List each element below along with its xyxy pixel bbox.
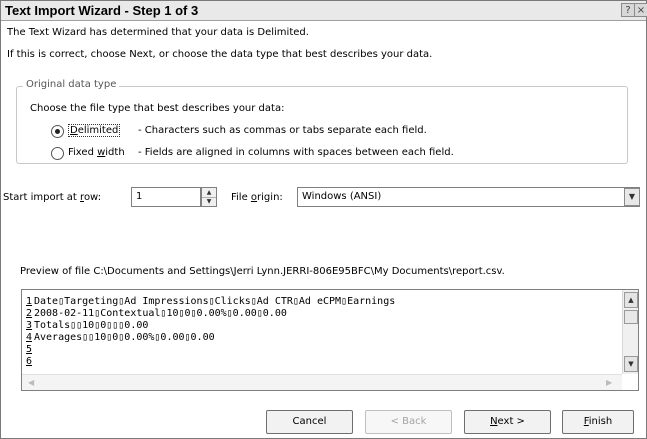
preview-row-number: 2 (26, 308, 33, 319)
radio-selected-dot (55, 129, 60, 134)
scroll-right-icon[interactable]: ▶ (606, 378, 612, 387)
vertical-scrollbar[interactable]: ▲ ▼ (622, 290, 638, 374)
preview-row: 4 Averages▯▯10▯0▯0.00%▯0.00▯0.00 (26, 332, 215, 343)
start-row-spinner[interactable]: ▲ ▼ (201, 187, 217, 207)
preview-row-text: 2008-02-11▯Contextual▯10▯0▯0.00%▯0.00▯0.… (34, 308, 287, 319)
next-accelerator: N (490, 416, 498, 427)
intro-line-2: If this is correct, choose Next, or choo… (7, 49, 433, 60)
next-button[interactable]: Next > (464, 410, 551, 434)
intro-line-1: The Text Wizard has determined that your… (7, 27, 309, 38)
scroll-up-icon[interactable]: ▲ (624, 292, 638, 308)
finish-label-rest: inish (588, 416, 613, 427)
preview-row: 6 (26, 356, 34, 367)
file-origin-label: File origin: (231, 192, 283, 203)
text-import-wizard-dialog: Text Import Wizard - Step 1 of 3 ? × The… (0, 0, 647, 439)
preview-row-text: Totals▯▯10▯0▯▯▯0.00 (34, 320, 149, 331)
preview-row-number: 4 (26, 332, 33, 343)
horizontal-scrollbar[interactable]: ◀ ▶ (22, 374, 622, 390)
fixed-width-description: - Fields are aligned in columns with spa… (138, 147, 454, 158)
preview-caption: Preview of file C:\Documents and Setting… (20, 266, 505, 277)
preview-row: 3 Totals▯▯10▯0▯▯▯0.00 (26, 320, 148, 331)
help-icon: ? (625, 5, 631, 16)
file-origin-label-pre: File (231, 192, 251, 203)
delimited-label-focus: Delimited (68, 124, 121, 137)
start-row-label-rest: ow: (83, 192, 102, 203)
spin-down-icon[interactable]: ▼ (202, 197, 216, 206)
chevron-down-icon[interactable]: ▼ (624, 188, 640, 206)
fixed-width-label-rest: idth (105, 147, 125, 158)
delimited-radio[interactable] (51, 125, 64, 138)
fixed-width-radio[interactable] (51, 147, 64, 160)
preview-row: 2 2008-02-11▯Contextual▯10▯0▯0.00%▯0.00▯0… (26, 308, 287, 319)
finish-button[interactable]: Finish (562, 410, 634, 434)
file-origin-label-rest: rigin: (257, 192, 283, 203)
next-label-rest: ext > (497, 416, 525, 427)
title-bar: Text Import Wizard - Step 1 of 3 ? × (1, 1, 647, 21)
fixed-width-label[interactable]: Fixed width (68, 147, 125, 158)
delimited-accelerator: D (70, 125, 78, 136)
scroll-down-icon[interactable]: ▼ (624, 356, 638, 372)
cancel-button[interactable]: Cancel (266, 410, 353, 434)
delimited-label-rest: elimited (77, 125, 119, 136)
preview-pane[interactable]: 1 Date▯Targeting▯Ad Impressions▯Clicks▯Ad… (21, 289, 639, 391)
start-row-label-pre: Start import at (3, 192, 81, 203)
scroll-left-icon[interactable]: ◀ (28, 378, 34, 387)
close-icon: × (636, 5, 646, 16)
preview-row-number: 5 (26, 344, 33, 355)
help-button[interactable]: ? (621, 3, 635, 17)
start-row-input[interactable]: 1 (131, 187, 201, 207)
preview-row: 1 Date▯Targeting▯Ad Impressions▯Clicks▯Ad… (26, 296, 395, 307)
delimited-label[interactable]: Delimited (68, 124, 121, 137)
fixed-width-label-pre: Fixed (68, 147, 98, 158)
start-row-label: Start import at row: (3, 192, 101, 203)
close-button[interactable]: × (634, 3, 647, 17)
preview-row-text: Date▯Targeting▯Ad Impressions▯Clicks▯Ad … (34, 296, 396, 307)
back-button[interactable]: < Back (365, 410, 452, 434)
preview-row-number: 1 (26, 296, 33, 307)
file-origin-value: Windows (ANSI) (302, 191, 382, 202)
file-origin-select[interactable]: Windows (ANSI) (297, 187, 640, 207)
original-data-type-legend: Original data type (23, 79, 120, 90)
preview-row-number: 3 (26, 320, 33, 331)
preview-row: 5 (26, 344, 34, 355)
preview-row-text: Averages▯▯10▯0▯0.00%▯0.00▯0.00 (34, 332, 215, 343)
delimited-description: - Characters such as commas or tabs sepa… (138, 125, 427, 136)
file-type-prompt: Choose the file type that best describes… (30, 103, 285, 114)
preview-row-number: 6 (26, 356, 33, 367)
dialog-title: Text Import Wizard - Step 1 of 3 (5, 3, 199, 18)
scroll-thumb[interactable] (624, 310, 638, 324)
